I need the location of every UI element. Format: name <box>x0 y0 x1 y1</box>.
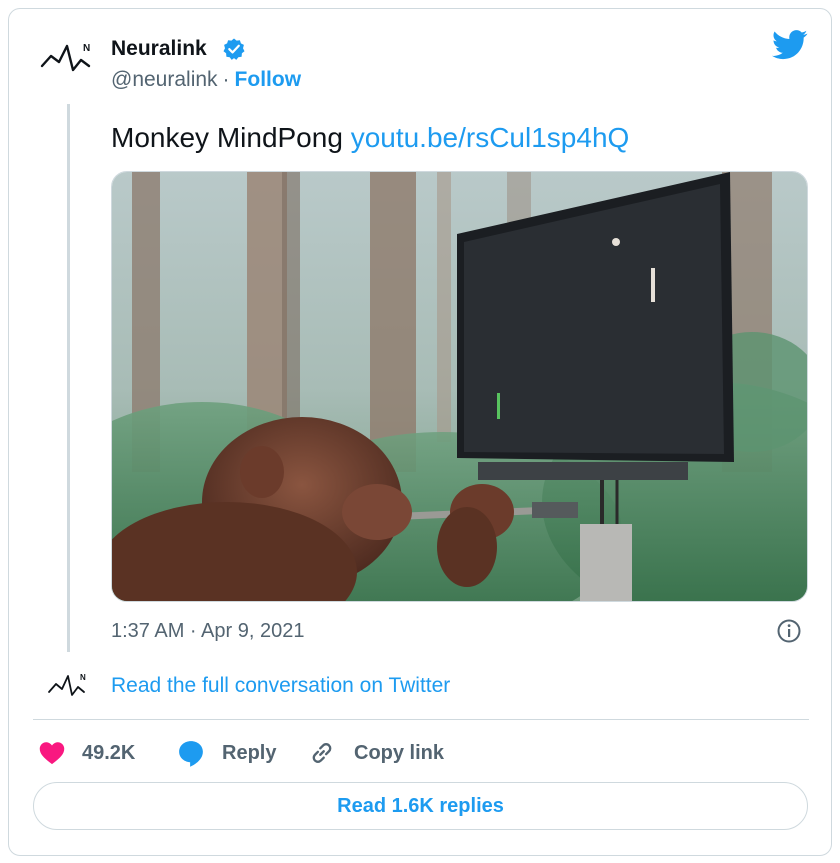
thread-line <box>67 104 70 652</box>
link-icon <box>312 743 332 763</box>
author-handle[interactable]: @neuralink <box>111 68 218 91</box>
heart-icon <box>39 742 65 765</box>
copy-link-label: Copy link <box>354 741 445 764</box>
author-name[interactable]: Neuralink <box>111 37 207 61</box>
verified-badge-icon <box>223 38 245 60</box>
separator: · <box>222 68 230 91</box>
twitter-bird-icon[interactable] <box>772 30 808 60</box>
info-icon[interactable] <box>776 618 802 644</box>
reply-label: Reply <box>222 741 277 764</box>
neuralink-logo-icon[interactable]: N <box>39 38 95 78</box>
reply-button[interactable]: Reply <box>176 738 276 768</box>
media-image <box>112 172 807 601</box>
follow-button[interactable]: Follow <box>235 68 302 91</box>
neuralink-small-logo-icon: N <box>48 673 86 696</box>
like-button[interactable]: 49.2K <box>38 738 135 768</box>
tweet-body: Monkey MindPong <box>111 122 351 153</box>
read-replies-button[interactable]: Read 1.6K replies <box>33 782 808 830</box>
copy-link-button[interactable]: Copy link <box>308 738 444 768</box>
svg-text:N: N <box>80 673 86 682</box>
tweet-link[interactable]: youtu.be/rsCul1sp4hQ <box>351 122 630 153</box>
svg-text:N: N <box>83 43 90 54</box>
tweet-media[interactable] <box>111 171 808 602</box>
tweet-timestamp[interactable]: 1:37 AM · Apr 9, 2021 <box>111 620 304 643</box>
tweet-text: Monkey MindPong youtu.be/rsCul1sp4hQ <box>111 122 629 154</box>
handle-row: @neuralink · Follow <box>111 68 301 92</box>
read-full-conversation-link[interactable]: Read the full conversation on Twitter <box>111 674 450 698</box>
divider <box>33 719 809 720</box>
like-count: 49.2K <box>82 741 136 764</box>
reply-bubble-icon <box>179 741 203 767</box>
